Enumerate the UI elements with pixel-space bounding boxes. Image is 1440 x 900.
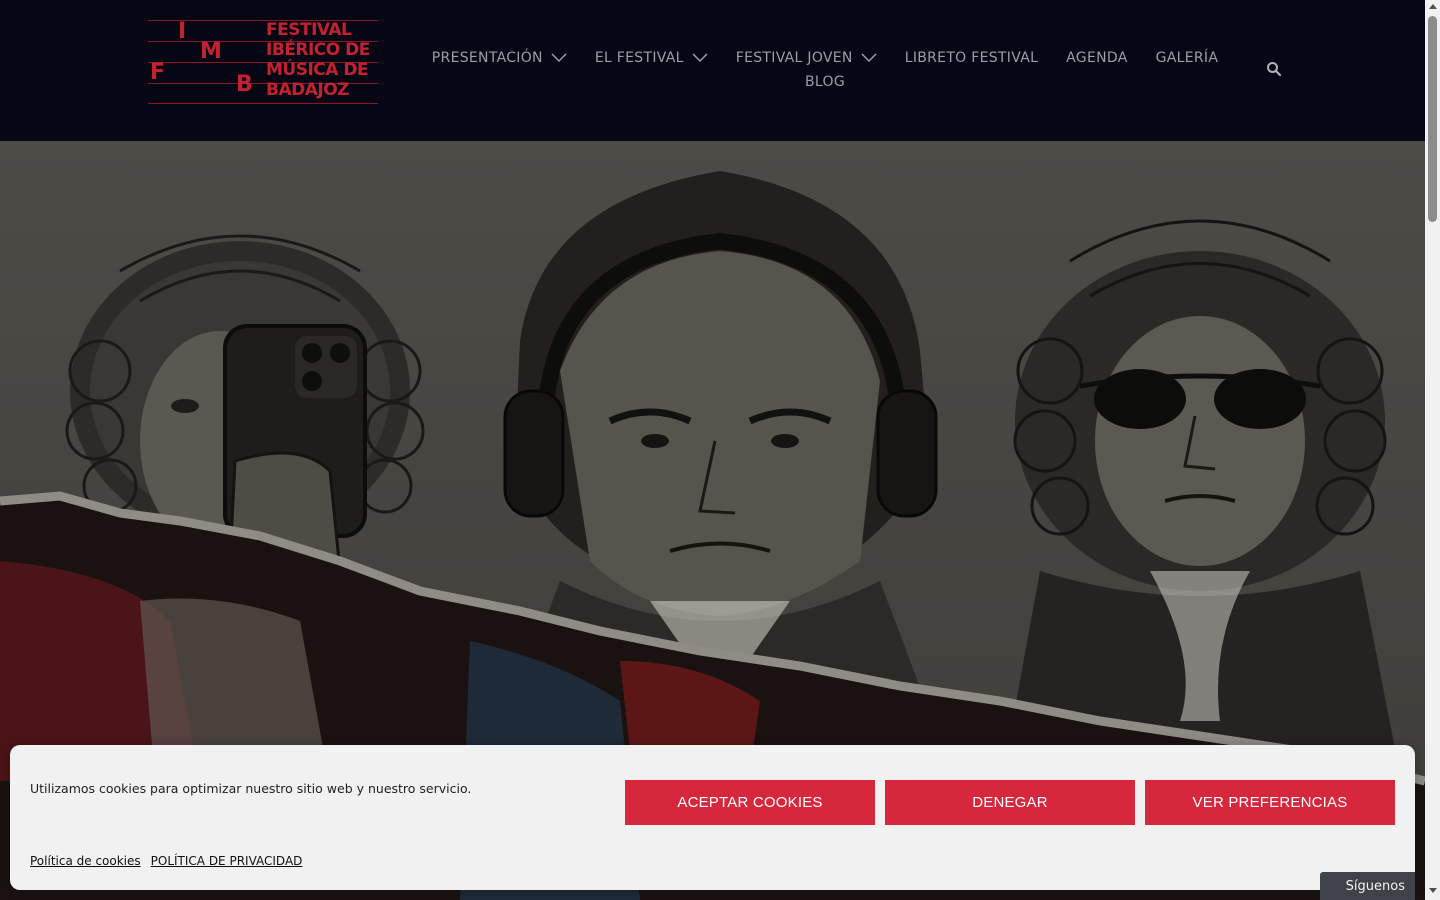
main-nav: PRESENTACIÓN EL FESTIVAL FESTIVAL JOVEN … bbox=[425, 46, 1225, 94]
site-header: I M F B FESTIVAL IBÉRICO DE MÚSICA DE BA… bbox=[0, 0, 1425, 141]
festival-logo[interactable]: I M F B FESTIVAL IBÉRICO DE MÚSICA DE BA… bbox=[148, 18, 378, 104]
chevron-down-icon bbox=[551, 53, 567, 63]
wordmark-line: MÚSICA DE bbox=[266, 60, 369, 80]
nav-item-label: EL FESTIVAL bbox=[594, 50, 684, 66]
wordmark-line: IBÉRICO DE bbox=[266, 40, 370, 60]
nav-item-label: FESTIVAL JOVEN bbox=[735, 50, 853, 66]
wordmark-line: FESTIVAL bbox=[266, 20, 352, 40]
nav-item-agenda[interactable]: AGENDA bbox=[1066, 50, 1127, 66]
search-icon[interactable] bbox=[1266, 61, 1282, 77]
chevron-down-icon bbox=[692, 53, 708, 63]
cookie-links: Política de cookies POLÍTICA DE PRIVACID… bbox=[30, 854, 302, 868]
nav-item-festival-joven[interactable]: FESTIVAL JOVEN bbox=[736, 50, 877, 66]
logo-letter-i: I bbox=[178, 19, 187, 44]
cookie-consent-banner: Utilizamos cookies para optimizar nuestr… bbox=[10, 745, 1415, 890]
chevron-down-icon bbox=[861, 53, 877, 63]
cookie-message: Utilizamos cookies para optimizar nuestr… bbox=[30, 781, 472, 796]
follow-us-tab[interactable]: Síguenos bbox=[1320, 872, 1415, 900]
view-preferences-button[interactable]: VER PREFERENCIAS bbox=[1145, 780, 1395, 825]
vertical-scrollbar[interactable] bbox=[1425, 0, 1440, 900]
nav-item-label: BLOG bbox=[805, 74, 845, 90]
nav-item-libreto-festival[interactable]: LIBRETO FESTIVAL bbox=[905, 50, 1038, 66]
privacy-policy-link[interactable]: POLÍTICA DE PRIVACIDAD bbox=[151, 854, 303, 868]
accept-cookies-button[interactable]: ACEPTAR COOKIES bbox=[625, 780, 875, 825]
wordmark-line: BADAJOZ bbox=[266, 80, 350, 100]
deny-cookies-button[interactable]: DENEGAR bbox=[885, 780, 1135, 825]
nav-item-presentacion[interactable]: PRESENTACIÓN bbox=[432, 50, 567, 66]
nav-item-blog[interactable]: BLOG bbox=[805, 70, 845, 94]
nav-item-label: LIBRETO FESTIVAL bbox=[904, 50, 1039, 66]
nav-item-label: PRESENTACIÓN bbox=[431, 50, 543, 66]
nav-item-label: GALERÍA bbox=[1155, 50, 1219, 66]
nav-item-galeria[interactable]: GALERÍA bbox=[1156, 50, 1219, 66]
logo-letter-b: B bbox=[236, 72, 253, 97]
nav-item-label: AGENDA bbox=[1066, 50, 1128, 66]
nav-item-el-festival[interactable]: EL FESTIVAL bbox=[595, 50, 708, 66]
cookie-policy-link[interactable]: Política de cookies bbox=[30, 854, 141, 868]
logo-letter-f: F bbox=[150, 60, 166, 85]
scroll-down-arrow-icon[interactable] bbox=[1429, 888, 1437, 893]
scroll-up-arrow-icon[interactable] bbox=[1429, 4, 1437, 9]
logo-wordmark: FESTIVAL IBÉRICO DE MÚSICA DE BADAJOZ bbox=[266, 20, 378, 100]
scroll-thumb[interactable] bbox=[1428, 16, 1437, 222]
logo-letter-m: M bbox=[200, 39, 222, 64]
